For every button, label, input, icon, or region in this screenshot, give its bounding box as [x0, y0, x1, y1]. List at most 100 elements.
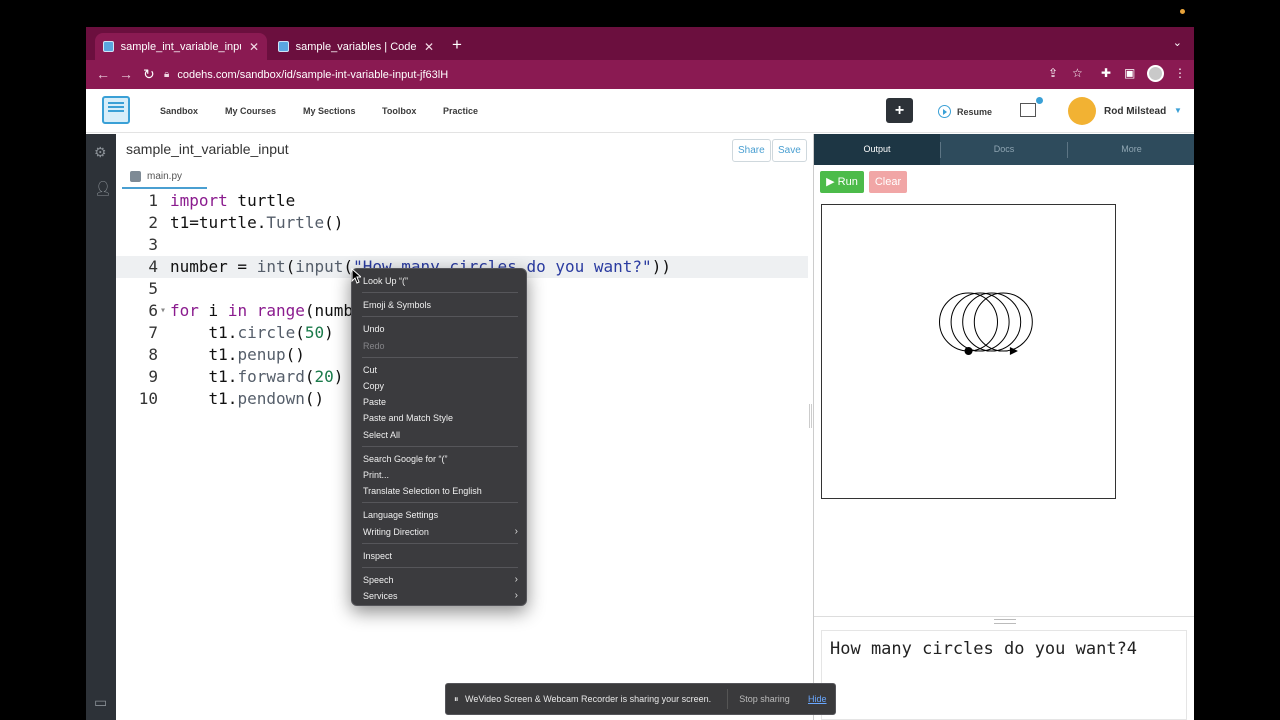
browser-tab-active[interactable]: sample_int_variable_input | C ✕	[95, 33, 267, 60]
context-menu-item[interactable]: Print...	[363, 469, 518, 481]
code-line[interactable]: 3	[116, 234, 808, 256]
kebab-menu-icon[interactable]: ⋮	[1174, 66, 1186, 80]
hide-link[interactable]: Hide	[808, 694, 827, 704]
context-menu-item-label: Redo	[363, 340, 385, 351]
codehs-page: Sandbox My Courses My Sections Toolbox P…	[86, 89, 1194, 720]
context-menu-item-label: Select All	[363, 429, 401, 440]
context-menu-item[interactable]: Paste and Match Style	[363, 412, 518, 424]
browser-tabstrip: sample_int_variable_input | C ✕ sample_v…	[86, 27, 1194, 60]
context-menu-item[interactable]: Services ›	[363, 590, 518, 602]
code-text: t1.penup()	[170, 345, 305, 364]
context-menu-item[interactable]: Speech ›	[363, 574, 518, 586]
side-panel-icon[interactable]: ▣	[1124, 66, 1135, 80]
address-bar[interactable]: 🔒︎ codehs.com/sandbox/id/sample-int-vari…	[164, 63, 1054, 86]
code-line[interactable]: 1 import turtle	[116, 190, 808, 212]
context-menu-separator	[362, 445, 518, 447]
user-avatar[interactable]	[1068, 97, 1096, 125]
screen: sample_int_variable_input | C ✕ sample_v…	[0, 0, 1280, 720]
tab-more[interactable]: More	[1068, 134, 1194, 165]
bookmark-star-icon[interactable]: ☆	[1072, 66, 1083, 80]
file-tab-main-py[interactable]: main.py	[122, 165, 207, 189]
tab-docs[interactable]: Docs	[941, 134, 1067, 165]
context-menu-item[interactable]: Undo	[363, 323, 518, 335]
code-line[interactable]: 2 t1=turtle.Turtle()	[116, 212, 808, 234]
context-menu-item[interactable]: Look Up “(”	[363, 275, 518, 287]
code-text: t1.circle(50)	[170, 323, 334, 342]
context-menu-item[interactable]: Inspect	[363, 550, 518, 562]
context-menu-item[interactable]: Writing Direction ›	[363, 526, 518, 538]
context-menu-item[interactable]: Search Google for “(”	[363, 453, 518, 465]
context-menu-item: Redo	[363, 340, 518, 352]
nav-my-courses[interactable]: My Courses	[225, 106, 276, 116]
share-button[interactable]: Share	[732, 139, 771, 162]
context-menu-item[interactable]: Paste	[363, 396, 518, 408]
tab-output[interactable]: Output	[814, 134, 940, 165]
nav-toolbox[interactable]: Toolbox	[382, 106, 416, 116]
resume-label: Resume	[957, 106, 993, 117]
context-menu-item-label: Language Settings	[363, 510, 439, 521]
extensions-puzzle-icon[interactable]: ✚	[1101, 66, 1111, 80]
context-menu-item-label: Undo	[363, 324, 385, 335]
nav-practice[interactable]: Practice	[443, 106, 478, 116]
turtle-circle	[939, 292, 998, 352]
context-menu-item-label: Writing Direction	[363, 526, 429, 537]
close-tab-icon[interactable]: ✕	[249, 40, 259, 54]
browser-profile-avatar[interactable]	[1147, 65, 1164, 82]
pause-icon: ⏸	[454, 694, 459, 704]
console-splitter[interactable]	[814, 616, 1194, 624]
turtle-circle	[973, 292, 1033, 352]
assignments-icon[interactable]	[1020, 97, 1043, 117]
run-button[interactable]: ▶ Run	[820, 171, 864, 193]
line-number: 8	[148, 345, 158, 364]
back-arrow-icon[interactable]: ←	[96, 66, 110, 82]
save-button[interactable]: Save	[772, 139, 807, 162]
line-number: 5	[148, 279, 158, 298]
nav-sandbox[interactable]: Sandbox	[160, 106, 198, 116]
new-tab-plus-icon[interactable]: +	[452, 35, 462, 55]
gear-icon[interactable]: ⚙	[94, 144, 107, 161]
output-panel: Output Docs More ▶ Run Clear How many ci…	[813, 134, 1194, 720]
context-menu-item[interactable]: Select All	[363, 429, 518, 441]
share-page-icon[interactable]: ⇪	[1048, 66, 1058, 80]
nav-my-sections[interactable]: My Sections	[303, 106, 356, 116]
code-text: t1=turtle.Turtle()	[170, 213, 344, 232]
codehs-logo-icon[interactable]	[102, 96, 130, 124]
context-menu-separator	[362, 292, 518, 294]
forward-arrow-icon[interactable]: →	[119, 66, 133, 82]
user-name[interactable]: Rod Milstead	[1104, 106, 1166, 117]
chevron-down-icon[interactable]: ⌄	[1173, 36, 1182, 49]
context-menu-item-label: Search Google for “(”	[363, 453, 448, 464]
stop-sharing-button[interactable]: Stop sharing	[727, 689, 801, 709]
context-menu-item-label: Translate Selection to English	[363, 486, 482, 497]
context-menu-item[interactable]: Translate Selection to English	[363, 485, 518, 497]
code-text: t1.pendown()	[170, 389, 325, 408]
browser-tab[interactable]: sample_variables | CodeHS ✕	[270, 33, 442, 60]
screen-sharing-banner: ⏸ WeVideo Screen & Webcam Recorder is sh…	[445, 683, 836, 715]
context-menu-item[interactable]: Copy	[363, 380, 518, 392]
caret-down-icon[interactable]: ▼	[1174, 106, 1182, 115]
resume-button[interactable]: Resume	[938, 105, 992, 118]
users-icon[interactable]: 👤︎	[94, 180, 112, 197]
console-output[interactable]: How many circles do you want?4	[821, 630, 1187, 720]
context-menu-item[interactable]: Cut	[363, 364, 518, 376]
turtle-circle	[950, 292, 1010, 352]
close-tab-icon[interactable]: ✕	[424, 40, 434, 54]
context-menu-separator	[362, 316, 518, 318]
line-number: 10	[138, 389, 158, 408]
create-new-button[interactable]: +	[886, 98, 913, 123]
context-menu-separator	[362, 356, 518, 358]
turtle-circle	[962, 292, 1022, 352]
context-menu-item-label: Look Up “(”	[363, 276, 409, 286]
context-menu-separator	[362, 502, 518, 504]
context-menu-item[interactable]: Emoji & Symbols	[363, 299, 518, 311]
lock-icon: 🔒︎	[164, 69, 170, 80]
clear-button[interactable]: Clear	[869, 171, 907, 193]
layout-panel-icon[interactable]: ▭	[94, 694, 107, 711]
context-menu-item-label: Emoji & Symbols	[363, 300, 432, 311]
project-title: sample_int_variable_input	[126, 141, 289, 157]
context-menu-item[interactable]: Language Settings	[363, 509, 518, 521]
fold-arrow-icon[interactable]: ▾	[160, 300, 166, 322]
panel-resize-handle[interactable]	[809, 404, 812, 428]
reload-icon[interactable]: ↻	[143, 66, 155, 83]
line-number: 4	[148, 257, 158, 276]
